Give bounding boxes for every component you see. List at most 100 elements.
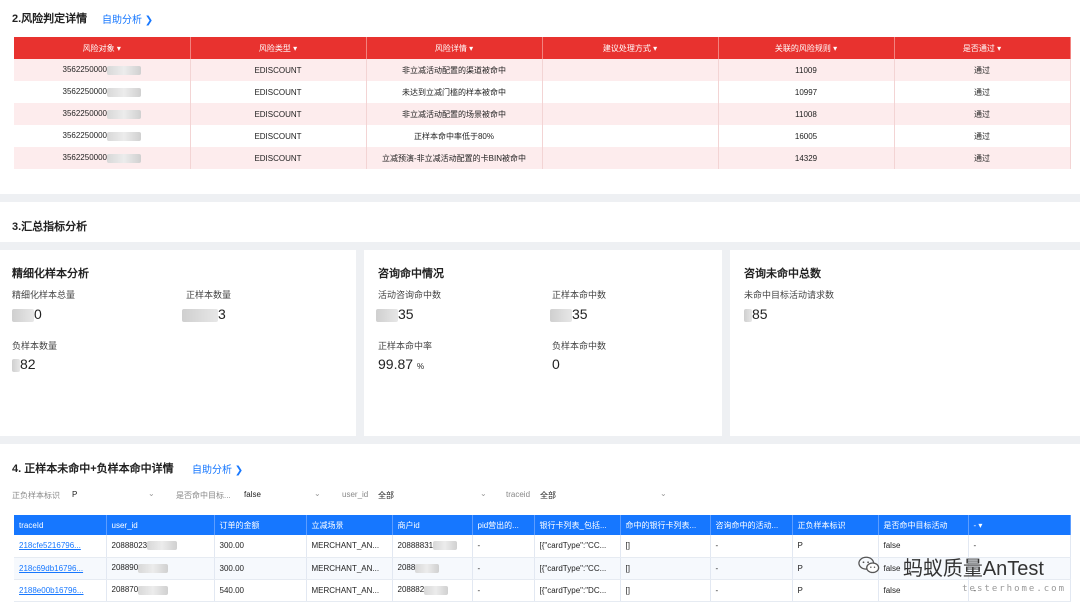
- pass-status: 通过: [894, 59, 1071, 81]
- risk-section-title: 2.风险判定详情: [12, 13, 88, 25]
- risk-detail: 未达到立减门槛的样本被命中: [366, 81, 543, 103]
- col-header-risk-object[interactable]: 风险对象 ▾: [14, 37, 191, 59]
- col-header-hit-target[interactable]: 是否命中目标活动: [878, 515, 969, 535]
- col-header-scene[interactable]: 立减场景: [306, 515, 393, 535]
- col-header-risk-type[interactable]: 风险类型 ▾: [190, 37, 367, 59]
- advice: [542, 59, 719, 81]
- chevron-down-icon[interactable]: ⌄: [314, 489, 321, 498]
- filter-label: user_id: [342, 490, 369, 499]
- card-consult-hit: 咨询命中情况 活动咨询命中数 35 正样本命中数 35 正样本命中率 99.87…: [364, 250, 722, 436]
- rule-id: 16005: [718, 125, 895, 147]
- user-id: 20888023: [111, 541, 148, 551]
- redacted-block: [138, 563, 169, 573]
- col-header-hit-activity[interactable]: 咨询命中的活动...: [710, 515, 793, 535]
- metric-label: 未命中目标活动请求数: [744, 290, 835, 300]
- redacted-block: [107, 65, 141, 75]
- traceid-link[interactable]: 218cfe5216796...: [19, 541, 81, 550]
- filter-label-select[interactable]: P: [72, 490, 77, 499]
- redacted-block: [107, 153, 141, 163]
- redacted-block: [107, 87, 141, 97]
- filter-hit-target-select[interactable]: false: [244, 490, 261, 499]
- chevron-down-icon[interactable]: ⌄: [148, 489, 155, 498]
- filter-userid-select[interactable]: 全部: [378, 490, 394, 501]
- col-header-pid[interactable]: pid营出的...: [472, 515, 535, 535]
- metric-value: 0: [552, 356, 560, 372]
- advice: [542, 125, 719, 147]
- hit-activity: -: [710, 579, 793, 602]
- pass-status: 通过: [894, 125, 1071, 147]
- traceid-link[interactable]: 2188e00b16796...: [19, 586, 84, 595]
- card-list: [{"cardType":"CC...: [534, 535, 621, 558]
- sample-label: P: [792, 535, 879, 558]
- col-header-amount[interactable]: 订单的金额: [214, 515, 307, 535]
- card-list: [{"cardType":"DC...: [534, 579, 621, 602]
- amount: 540.00: [214, 579, 307, 602]
- chevron-down-icon[interactable]: ⌄: [480, 489, 487, 498]
- col-header-traceid[interactable]: traceId: [14, 515, 107, 535]
- filter-label: traceid: [506, 490, 531, 499]
- risk-self-analysis-link[interactable]: 自助分析 ❯: [102, 11, 153, 26]
- risk-table: 风险对象 ▾ 风险类型 ▾ 风险详情 ▾ 建议处理方式 ▾ 关联的风险规则 ▾ …: [14, 37, 1071, 169]
- risk-type: EDISCOUNT: [190, 125, 367, 147]
- card-consult-miss: 咨询未命中总数 未命中目标活动请求数 85: [730, 250, 1080, 436]
- rule-id: 14329: [718, 147, 895, 169]
- detail-self-analysis-link[interactable]: 自助分析 ❯: [192, 461, 243, 476]
- risk-object: 3562250000: [62, 131, 108, 141]
- col-header-hit-cards[interactable]: 命中的银行卡列表...: [620, 515, 711, 535]
- col-header-cards[interactable]: 银行卡列表_包括...: [534, 515, 621, 535]
- user-id: 208870: [111, 585, 139, 595]
- risk-section: 2.风险判定详情 自助分析 ❯ 风险对象 ▾ 风险类型 ▾ 风险详情 ▾ 建议处…: [0, 0, 1080, 194]
- metric-value: 35: [376, 306, 414, 322]
- watermark-subtext: testerhome.com: [962, 584, 1066, 594]
- col-header-userid[interactable]: user_id: [106, 515, 215, 535]
- col-header-pass[interactable]: 是否通过 ▾: [894, 37, 1071, 59]
- table-row: 3562250000 EDISCOUNT 非立减活动配置的渠道被命中 11009…: [14, 59, 1071, 81]
- table-row: 2188e00b16796... 208870 540.00 MERCHANT_…: [14, 579, 1071, 602]
- amount: 300.00: [214, 557, 307, 580]
- risk-object: 3562250000: [62, 65, 108, 75]
- col-header-advice[interactable]: 建议处理方式 ▾: [542, 37, 719, 59]
- risk-detail: 正样本命中率低于80%: [366, 125, 543, 147]
- pass-status: 通过: [894, 147, 1071, 169]
- metric-label: 正样本命中数: [552, 290, 607, 300]
- metric-label: 正样本命中率: [378, 341, 433, 351]
- scene: MERCHANT_AN...: [306, 557, 393, 580]
- user-id: 208890: [111, 563, 139, 573]
- pid: -: [472, 535, 535, 558]
- risk-object: 3562250000: [62, 109, 108, 119]
- risk-type: EDISCOUNT: [190, 59, 367, 81]
- advice: [542, 147, 719, 169]
- card-title: 咨询未命中总数: [744, 268, 821, 280]
- metric-number: 82: [20, 356, 36, 372]
- risk-detail: 非立减活动配置的渠道被命中: [366, 59, 543, 81]
- metric-label: 负样本命中数: [552, 341, 607, 351]
- col-header-risk-detail[interactable]: 风险详情 ▾: [366, 37, 543, 59]
- traceid-link[interactable]: 218c69db16796...: [19, 564, 83, 573]
- hit-card-list: []: [620, 535, 711, 558]
- col-header-rule[interactable]: 关联的风险规则 ▾: [718, 37, 895, 59]
- hit-card-list: []: [620, 579, 711, 602]
- table-row: 3562250000 EDISCOUNT 非立减活动配置的场景被命中 11008…: [14, 103, 1071, 125]
- risk-object: 3562250000: [62, 87, 108, 97]
- metric-number: 35: [572, 306, 588, 322]
- hit-target: false: [878, 579, 969, 602]
- col-header-sample-label[interactable]: 正负样本标识: [792, 515, 879, 535]
- detail-section-title: 4. 正样本未命中+负样本命中详情: [12, 463, 174, 475]
- redacted-block: [550, 308, 572, 322]
- filter-traceid-select[interactable]: 全部: [540, 490, 556, 501]
- risk-detail: 非立减活动配置的场景被命中: [366, 103, 543, 125]
- card-list: [{"cardType":"CC...: [534, 557, 621, 580]
- risk-object: 3562250000: [62, 153, 108, 163]
- metric-number: 3: [218, 306, 226, 322]
- rule-id: 10997: [718, 81, 895, 103]
- col-header-merchant[interactable]: 商户id: [392, 515, 473, 535]
- sample-label: P: [792, 579, 879, 602]
- redacted-block: [182, 308, 218, 322]
- filter-label: 是否命中目标...: [176, 491, 231, 500]
- wechat-icon: [858, 556, 880, 574]
- metric-label: 活动咨询命中数: [378, 290, 442, 300]
- metric-label: 负样本数量: [12, 341, 58, 351]
- table-row: 3562250000 EDISCOUNT 立减预演-非立减活动配置的卡BIN被命…: [14, 147, 1071, 169]
- col-header-more[interactable]: - ▾: [968, 515, 1071, 535]
- chevron-down-icon[interactable]: ⌄: [660, 489, 667, 498]
